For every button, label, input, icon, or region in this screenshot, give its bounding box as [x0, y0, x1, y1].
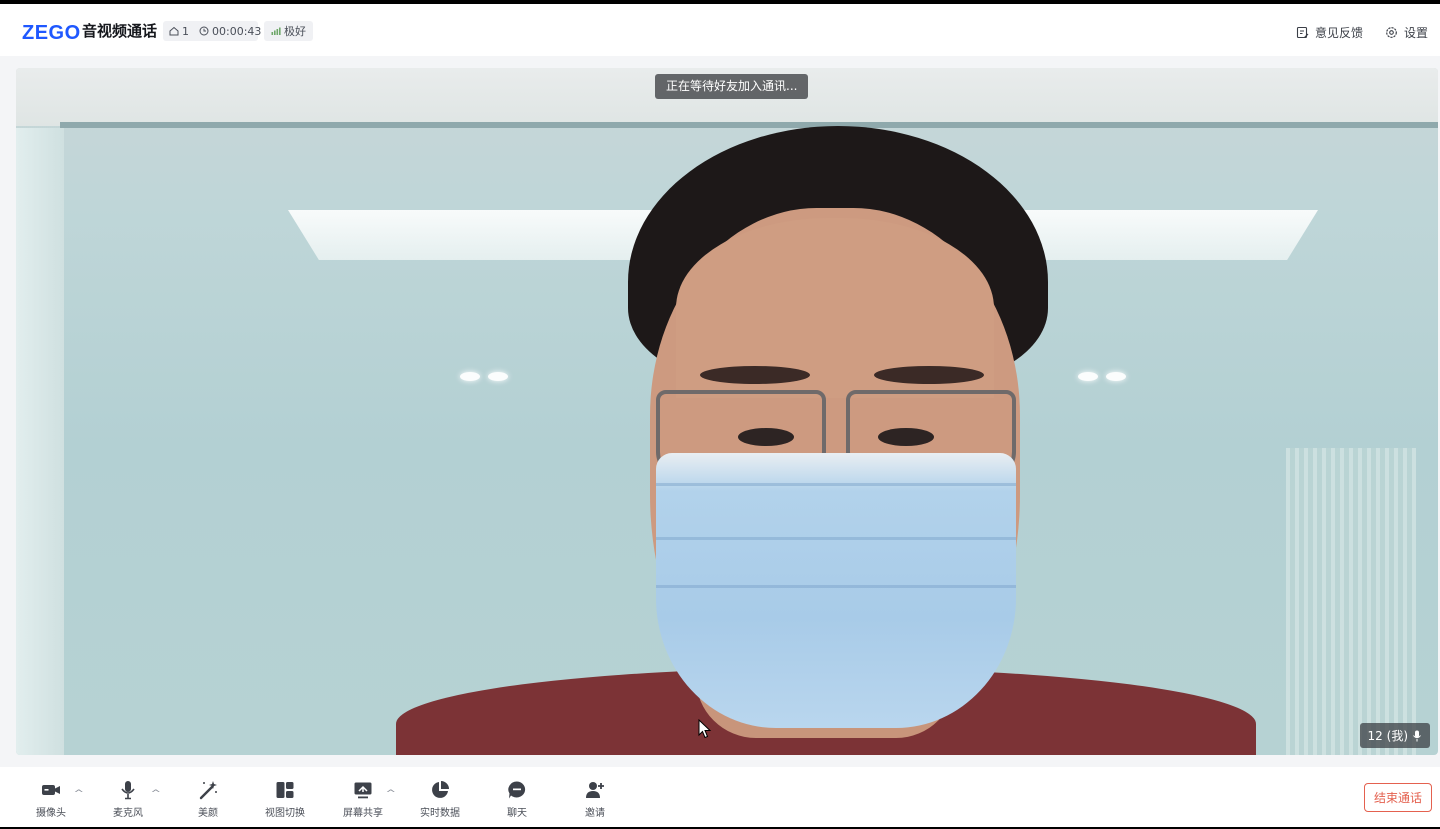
mask-fold: [656, 483, 1016, 486]
call-duration: 00:00:43: [199, 25, 261, 38]
screen-share-button[interactable]: 屏幕共享: [333, 779, 393, 819]
gear-icon: [1386, 27, 1397, 38]
magic-wand-icon: [199, 781, 217, 800]
bottom-toolbar: 摄像头 ^ 麦克风 ^ 美颜 视图切换 屏幕共享 ^ 实时数据 聊天 邀请 结束…: [0, 767, 1440, 829]
chat-label: 聊天: [507, 808, 527, 819]
room-count-value: 1: [182, 24, 189, 38]
call-duration-value: 00:00:43: [212, 24, 262, 38]
view-switch-button[interactable]: 视图切换: [255, 779, 315, 819]
person-mask: [656, 453, 1016, 728]
add-user-icon: [586, 782, 604, 798]
app-title: 音视频通话: [82, 22, 158, 40]
self-name-tag: 12 (我): [1359, 723, 1430, 748]
end-call-button[interactable]: 结束通话: [1364, 783, 1432, 812]
room-info-chip: 1 00:00:43: [163, 21, 261, 41]
screen-share-icon: [354, 782, 372, 799]
feedback-button[interactable]: 意见反馈: [1296, 24, 1363, 41]
signal-icon: [271, 27, 281, 35]
network-quality-chip: 极好: [264, 21, 313, 41]
invite-label: 邀请: [585, 808, 605, 819]
pie-chart-icon: [432, 781, 449, 798]
video-bg-edge: [60, 122, 1438, 128]
zego-logo: ZEGO: [22, 22, 81, 44]
layout-icon: [276, 782, 294, 798]
realtime-data-label: 实时数据: [420, 808, 460, 819]
realtime-data-button[interactable]: 实时数据: [410, 779, 470, 819]
settings-label: 设置: [1403, 26, 1428, 40]
feedback-icon: [1296, 26, 1309, 39]
camera-icon: [42, 785, 60, 795]
settings-button[interactable]: 设置: [1385, 24, 1428, 41]
video-bg-lamp: [460, 372, 480, 381]
screen-share-options-chevron-up-icon[interactable]: ^: [385, 789, 396, 799]
camera-options-chevron-up-icon[interactable]: ^: [73, 789, 84, 799]
chat-button[interactable]: 聊天: [487, 779, 547, 819]
mic-on-icon: [1413, 730, 1421, 741]
camera-button[interactable]: 摄像头: [21, 779, 81, 819]
feedback-label: 意见反馈: [1314, 26, 1363, 40]
mask-fold: [656, 537, 1016, 540]
person-brow: [874, 366, 984, 384]
video-bg-glass: [16, 128, 64, 755]
microphone-options-chevron-up-icon[interactable]: ^: [150, 789, 161, 799]
home-icon: [169, 26, 179, 36]
screen-share-label: 屏幕共享: [343, 808, 383, 819]
top-bar: ZEGO 音视频通话 1 00:00:43 极好 意见反馈 设置: [0, 0, 1440, 56]
top-right-actions: 意见反馈 设置: [1296, 24, 1428, 41]
microphone-button[interactable]: 麦克风: [98, 779, 158, 819]
video-bg-lamp: [488, 372, 508, 381]
video-bg-lamp: [1106, 372, 1126, 381]
chat-icon: [508, 781, 526, 799]
view-switch-label: 视图切换: [265, 808, 305, 819]
local-video-stream: 正在等待好友加入通讯... 12 (我): [16, 68, 1438, 755]
waiting-toast: 正在等待好友加入通讯...: [655, 74, 809, 99]
beauty-button[interactable]: 美颜: [178, 779, 238, 819]
clock-icon: [199, 26, 209, 36]
video-bg-lamp: [1078, 372, 1098, 381]
camera-label: 摄像头: [36, 808, 66, 819]
room-count: 1: [169, 25, 189, 38]
microphone-icon: [121, 781, 135, 800]
invite-button[interactable]: 邀请: [565, 779, 625, 819]
mask-fold: [656, 585, 1016, 588]
person-brow: [700, 366, 810, 384]
microphone-label: 麦克风: [113, 808, 143, 819]
app-root: ZEGO 音视频通话 1 00:00:43 极好 意见反馈 设置 正在等待好友加…: [0, 0, 1440, 829]
beauty-label: 美颜: [198, 808, 218, 819]
video-bg-window: [1286, 448, 1416, 755]
network-quality-value: 极好: [284, 25, 306, 38]
self-name: 12 (我): [1367, 729, 1408, 743]
mouse-cursor-icon: [698, 719, 712, 739]
